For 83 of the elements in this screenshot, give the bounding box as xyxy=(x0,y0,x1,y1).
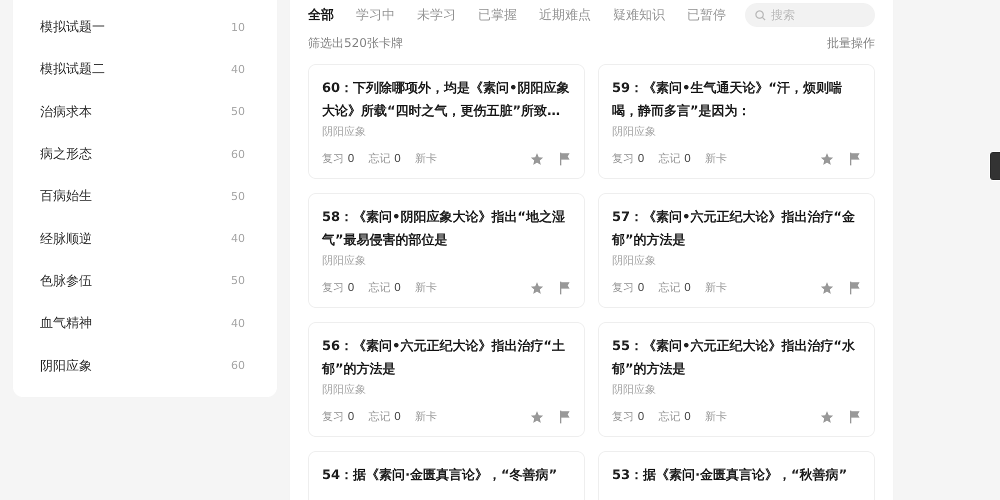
card-title: 54：据《素问·金匮真言论》，“冬善病” xyxy=(322,466,558,485)
sidebar-item[interactable]: 百病始生 50 xyxy=(13,175,277,218)
star-icon[interactable] xyxy=(820,280,834,294)
review-count: 复习 0 xyxy=(612,151,644,166)
sidebar-item-count: 40 xyxy=(231,316,245,330)
sidebar-item-count: 10 xyxy=(231,20,245,34)
forget-count: 忘记 0 xyxy=(368,280,401,295)
review-count: 复习 0 xyxy=(322,280,354,295)
card-title: 59：《素问•生气通天论》“汗，烦则喘喝，静而多言”是因为： xyxy=(612,80,843,121)
sidebar-item-count: 40 xyxy=(231,232,245,246)
flashcard[interactable]: 58：《素问•阴阳应象大论》指出“地之湿气”最易侵害的部位是 阴阳应象 复习 0 忘记 0 新卡 xyxy=(308,193,585,308)
flag-icon[interactable] xyxy=(558,410,571,424)
flag-icon[interactable] xyxy=(558,152,571,166)
flashcard[interactable]: 55：《素问•六元正纪大论》指出治疗“水郁”的方法是 阴阳应象 复习 0 忘记 0 新卡 xyxy=(598,322,875,437)
card-category: 阴阳应象 xyxy=(612,382,657,397)
side-handle[interactable] xyxy=(990,152,1000,180)
card-status: 新卡 xyxy=(705,151,727,166)
forget-count: 忘记 0 xyxy=(658,151,691,166)
card-title: 57：《素问•六元正纪大论》指出治疗“金郁”的方法是 xyxy=(612,208,856,250)
flag-icon[interactable] xyxy=(848,152,861,166)
star-icon[interactable] xyxy=(530,152,544,166)
sidebar-item-label: 病之形态 xyxy=(40,146,92,164)
sidebar-item-label: 经脉顺逆 xyxy=(40,230,92,248)
sidebar-item-label: 模拟试题一 xyxy=(40,19,105,36)
batch-action-link[interactable]: 批量操作 xyxy=(827,34,875,52)
sidebar-item-count: 50 xyxy=(231,274,245,288)
card-status: 新卡 xyxy=(705,280,727,295)
sidebar-item-count: 40 xyxy=(231,62,245,76)
sidebar-item-label: 血气精神 xyxy=(40,315,92,332)
card-category: 阴阳应象 xyxy=(322,253,367,268)
sidebar-item-label: 模拟试题二 xyxy=(40,61,105,78)
sidebar-item[interactable]: 模拟试题二 40 xyxy=(13,48,277,91)
card-category: 阴阳应象 xyxy=(612,124,657,139)
sidebar-item-label: 阴阳应象 xyxy=(40,358,92,375)
sidebar-item[interactable]: 病之形态 60 xyxy=(13,132,277,176)
flashcard[interactable]: 53：据《素问·金匮真言论》，“秋善病” xyxy=(598,451,875,500)
card-title: 60：下列除哪项外，均是《素问•阴阳应象大论》所载“四时之气，更伤五脏”所致… xyxy=(322,80,570,121)
flashcard[interactable]: 57：《素问•六元正纪大论》指出治疗“金郁”的方法是 阴阳应象 复习 0 忘记 0 新卡 xyxy=(598,193,875,308)
card-title: 58：《素问•阴阳应象大论》指出“地之湿气”最易侵害的部位是 xyxy=(322,208,566,250)
sidebar-item-label: 色脉参伍 xyxy=(40,272,92,290)
card-status: 新卡 xyxy=(415,151,437,166)
sidebar-item[interactable]: 经脉顺逆 40 xyxy=(13,217,277,260)
sidebar-item[interactable]: 血气精神 40 xyxy=(13,302,277,344)
flag-icon[interactable] xyxy=(558,280,571,294)
sidebar-item[interactable]: 阴阳应象 60 xyxy=(13,344,277,387)
review-count: 复习 0 xyxy=(612,409,644,424)
forget-count: 忘记 0 xyxy=(658,280,691,295)
flashcard[interactable]: 54：据《素问·金匮真言论》，“冬善病” xyxy=(308,451,585,500)
card-status: 新卡 xyxy=(415,409,437,424)
star-icon[interactable] xyxy=(820,152,834,166)
card-status: 新卡 xyxy=(415,280,437,295)
star-icon[interactable] xyxy=(530,280,544,294)
review-count: 复习 0 xyxy=(612,280,644,295)
sidebar-item[interactable]: 模拟试题一 10 xyxy=(13,6,277,48)
flashcard[interactable]: 60：下列除哪项外，均是《素问•阴阳应象大论》所载“四时之气，更伤五脏”所致… 阴阳应象 复习 0 忘记 0 新卡 xyxy=(308,64,585,179)
flag-icon[interactable] xyxy=(848,280,861,294)
forget-count: 忘记 0 xyxy=(658,409,691,424)
sidebar-item-label: 百病始生 xyxy=(40,188,92,206)
card-title: 53：据《素问·金匮真言论》，“秋善病” xyxy=(612,466,848,485)
review-count: 复习 0 xyxy=(322,409,354,424)
sidebar-item[interactable]: 色脉参伍 50 xyxy=(13,260,277,302)
sidebar-item-count: 50 xyxy=(231,105,245,118)
flag-icon[interactable] xyxy=(848,410,861,424)
card-category: 阴阳应象 xyxy=(322,382,367,397)
forget-count: 忘记 0 xyxy=(368,151,401,166)
card-category: 阴阳应象 xyxy=(612,253,657,268)
sidebar-item[interactable]: 治病求本 50 xyxy=(13,90,277,133)
flashcard[interactable]: 56：《素问•六元正纪大论》指出治疗“土郁”的方法是 阴阳应象 复习 0 忘记 0 新卡 xyxy=(308,322,585,437)
flashcard[interactable]: 59：《素问•生气通天论》“汗，烦则喘喝，静而多言”是因为： 阴阳应象 复习 0 忘记 0 新卡 xyxy=(598,64,875,179)
sidebar-item-count: 60 xyxy=(231,359,245,372)
card-title: 55：《素问•六元正纪大论》指出治疗“水郁”的方法是 xyxy=(612,338,856,379)
star-icon[interactable] xyxy=(820,410,834,424)
review-count: 复习 0 xyxy=(322,151,354,166)
sidebar-item-count: 50 xyxy=(231,190,245,203)
card-category: 阴阳应象 xyxy=(322,124,367,139)
sidebar-item-count: 60 xyxy=(231,148,245,161)
card-title: 56：《素问•六元正纪大论》指出治疗“土郁”的方法是 xyxy=(322,338,566,379)
forget-count: 忘记 0 xyxy=(368,409,401,424)
card-status: 新卡 xyxy=(705,409,727,424)
star-icon[interactable] xyxy=(530,410,544,424)
filter-tab[interactable]: 全部 xyxy=(308,6,334,24)
sidebar-item-label: 治病求本 xyxy=(40,104,92,121)
filter-summary: 筛选出520张卡牌 xyxy=(308,34,403,52)
